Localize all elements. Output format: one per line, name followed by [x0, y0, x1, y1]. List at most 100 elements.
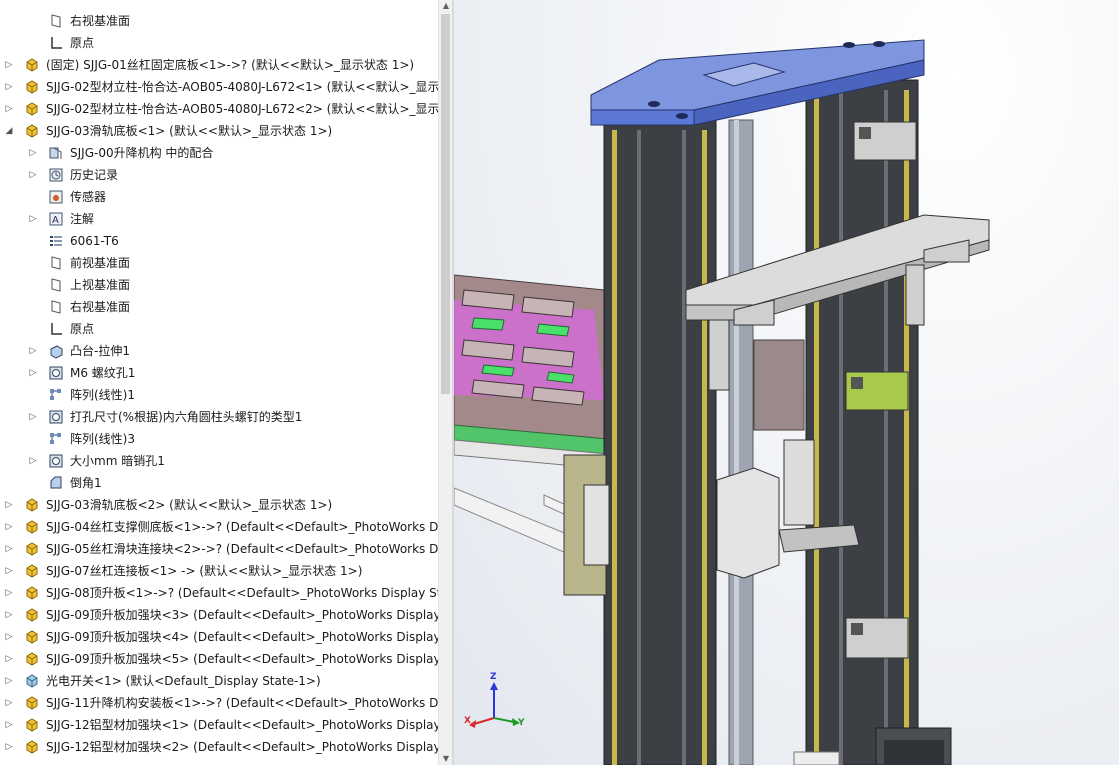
tree-item[interactable]: ▷ 历史记录 — [0, 164, 438, 186]
tree-item[interactable]: ▷ 打孔尺寸(%根据)内六角圆柱头螺钉的类型1 — [0, 406, 438, 428]
tree-item-label: (固定) SJJG-01丝杠固定底板<1>->? (默认<<默认>_显示状态 1… — [46, 58, 415, 72]
tree-item[interactable]: 右视基准面 — [0, 296, 438, 318]
tree-item[interactable]: 阵列(线性)1 — [0, 384, 438, 406]
collapse-arrow-icon[interactable]: ◢ — [4, 120, 14, 142]
lead-screw[interactable] — [728, 119, 754, 765]
tree-item[interactable]: ▷ SJJG-11升降机构安装板<1>->? (Default<<Default>… — [0, 692, 438, 714]
extrude-icon — [48, 343, 64, 359]
tree-item[interactable]: ▷ SJJG-07丝杠连接板<1> -> (默认<<默认>_显示状态 1>) — [0, 560, 438, 582]
assembly-model[interactable] — [454, 0, 1119, 765]
tree-item-label: 光电开关<1> (默认<Default_Display State-1>) — [46, 674, 321, 688]
tree-item-label: SJJG-09顶升板加强块<3> (Default<<Default>_Phot… — [46, 608, 438, 622]
plane-icon — [48, 299, 64, 315]
expand-arrow-icon[interactable]: ▷ — [28, 450, 38, 472]
tree-item[interactable]: 阵列(线性)3 — [0, 428, 438, 450]
expand-arrow-icon[interactable]: ▷ — [4, 714, 14, 736]
expand-arrow-icon[interactable]: ▷ — [4, 494, 14, 516]
tree-item[interactable]: ▷ SJJG-12铝型材加强块<2> (Default<<Default>_Pho… — [0, 736, 438, 758]
expand-arrow-icon[interactable]: ▷ — [4, 560, 14, 582]
left-profile-column[interactable] — [603, 119, 717, 765]
tree-item[interactable]: ▷ SJJG-04丝杠支撑侧底板<1>->? (Default<<Default>… — [0, 516, 438, 538]
tree-item[interactable]: 原点 — [0, 318, 438, 340]
right-profile-column[interactable] — [805, 79, 919, 765]
tree-item[interactable]: ▷ SJJG-02型材立柱-怡合达-AOB05-4080J-L672<2> (默认… — [0, 98, 438, 120]
expand-arrow-icon[interactable]: ▷ — [4, 736, 14, 758]
scroll-down-arrow-icon[interactable]: ▼ — [439, 753, 453, 765]
tree-item[interactable]: ▷ SJJG-08顶升板<1>->? (Default<<Default>_Pho… — [0, 582, 438, 604]
part-icon — [24, 519, 40, 535]
expand-arrow-icon[interactable]: ▷ — [4, 582, 14, 604]
tree-item[interactable]: 6061-T6 — [0, 230, 438, 252]
part-icon — [24, 695, 40, 711]
part-icon — [24, 497, 40, 513]
expand-arrow-icon[interactable]: ▷ — [4, 538, 14, 560]
tree-item[interactable]: ▷ SJJG-05丝杠滑块连接块<2>->? (Default<<Default>… — [0, 538, 438, 560]
expand-arrow-icon[interactable]: ▷ — [4, 692, 14, 714]
part-icon — [24, 717, 40, 733]
material-icon — [48, 233, 64, 249]
tree-item-label: 大小mm 暗销孔1 — [70, 454, 165, 468]
tree-item[interactable]: ▷ SJJG-02型材立柱-怡合达-AOB05-4080J-L672<1> (默认… — [0, 76, 438, 98]
tree-item[interactable]: 上视基准面 — [0, 274, 438, 296]
expand-arrow-icon[interactable]: ▷ — [28, 142, 38, 164]
tree-item-label: SJJG-09顶升板加强块<4> (Default<<Default>_Phot… — [46, 630, 438, 644]
mates-icon — [48, 145, 64, 161]
tree-item[interactable]: ▷ M6 螺纹孔1 — [0, 362, 438, 384]
svg-text:A: A — [52, 215, 59, 226]
tree-item[interactable]: ◢ SJJG-03滑轨底板<1> (默认<<默认>_显示状态 1>) — [0, 120, 438, 142]
part-icon — [24, 563, 40, 579]
annotation-icon: A — [48, 211, 64, 227]
tree-item-label: 传感器 — [70, 190, 107, 204]
expand-arrow-icon[interactable]: ▷ — [4, 98, 14, 120]
expand-arrow-icon[interactable]: ▷ — [4, 516, 14, 538]
expand-arrow-icon[interactable]: ▷ — [28, 164, 38, 186]
expand-arrow-icon[interactable]: ▷ — [4, 648, 14, 670]
tree-item[interactable]: ▷ 大小mm 暗销孔1 — [0, 450, 438, 472]
tree-item[interactable]: 原点 — [0, 32, 438, 54]
expand-arrow-icon[interactable]: ▷ — [4, 626, 14, 648]
expand-arrow-icon[interactable]: ▷ — [28, 362, 38, 384]
hole-icon — [48, 409, 64, 425]
tree-item-label: SJJG-07丝杠连接板<1> -> (默认<<默认>_显示状态 1>) — [46, 564, 363, 578]
expand-arrow-icon[interactable]: ▷ — [4, 76, 14, 98]
part-icon — [24, 629, 40, 645]
tree-item[interactable]: ▷ 光电开关<1> (默认<Default_Display State-1>) — [0, 670, 438, 692]
tree-item[interactable]: 倒角1 — [0, 472, 438, 494]
part-icon — [24, 101, 40, 117]
scroll-up-arrow-icon[interactable]: ▲ — [439, 0, 453, 12]
part-icon — [24, 79, 40, 95]
motor[interactable] — [875, 727, 952, 765]
y-axis-arrow-icon — [493, 717, 515, 723]
tree-item[interactable]: ▷ SJJG-09顶升板加强块<3> (Default<<Default>_Pho… — [0, 604, 438, 626]
expand-arrow-icon[interactable]: ▷ — [4, 604, 14, 626]
expand-arrow-icon[interactable]: ▷ — [28, 406, 38, 428]
tree-item-label: SJJG-05丝杠滑块连接块<2>->? (Default<<Default>_… — [46, 542, 438, 556]
scroll-thumb[interactable] — [441, 14, 450, 394]
part-icon — [24, 541, 40, 557]
tree-item-label: 历史记录 — [70, 168, 119, 182]
tree-item[interactable]: ▷ SJJG-00升降机构 中的配合 — [0, 142, 438, 164]
tree-item-label: 原点 — [70, 322, 95, 336]
z-axis-label: Z — [490, 672, 497, 682]
tree-item[interactable]: ▷ SJJG-09顶升板加强块<5> (Default<<Default>_Pho… — [0, 648, 438, 670]
origin-icon — [48, 321, 64, 337]
graphics-viewport[interactable] — [454, 0, 1119, 765]
tree-scrollbar[interactable]: ▲ ▼ — [438, 0, 453, 765]
tree-item-label: 注解 — [70, 212, 95, 226]
tree-item[interactable]: ▷ (固定) SJJG-01丝杠固定底板<1>->? (默认<<默认>_显示状态 … — [0, 54, 438, 76]
expand-arrow-icon[interactable]: ▷ — [4, 54, 14, 76]
tree-item[interactable]: ▷ 凸台-拉伸1 — [0, 340, 438, 362]
expand-arrow-icon[interactable]: ▷ — [28, 208, 38, 230]
tree-item[interactable]: 前视基准面 — [0, 252, 438, 274]
tree-item[interactable]: ▷ SJJG-09顶升板加强块<4> (Default<<Default>_Pho… — [0, 626, 438, 648]
sensor-icon — [48, 189, 64, 205]
tree-item-label: SJJG-04丝杠支撑侧底板<1>->? (Default<<Default>_… — [46, 520, 438, 534]
tree-item[interactable]: 传感器 — [0, 186, 438, 208]
tree-item[interactable]: 右视基准面 — [0, 10, 438, 32]
tree-item[interactable]: ▷ SJJG-03滑轨底板<2> (默认<<默认>_显示状态 1>) — [0, 494, 438, 516]
expand-arrow-icon[interactable]: ▷ — [4, 670, 14, 692]
part-icon — [24, 123, 40, 139]
tree-item[interactable]: ▷ A 注解 — [0, 208, 438, 230]
tree-item[interactable]: ▷ SJJG-12铝型材加强块<1> (Default<<Default>_Pho… — [0, 714, 438, 736]
expand-arrow-icon[interactable]: ▷ — [28, 340, 38, 362]
